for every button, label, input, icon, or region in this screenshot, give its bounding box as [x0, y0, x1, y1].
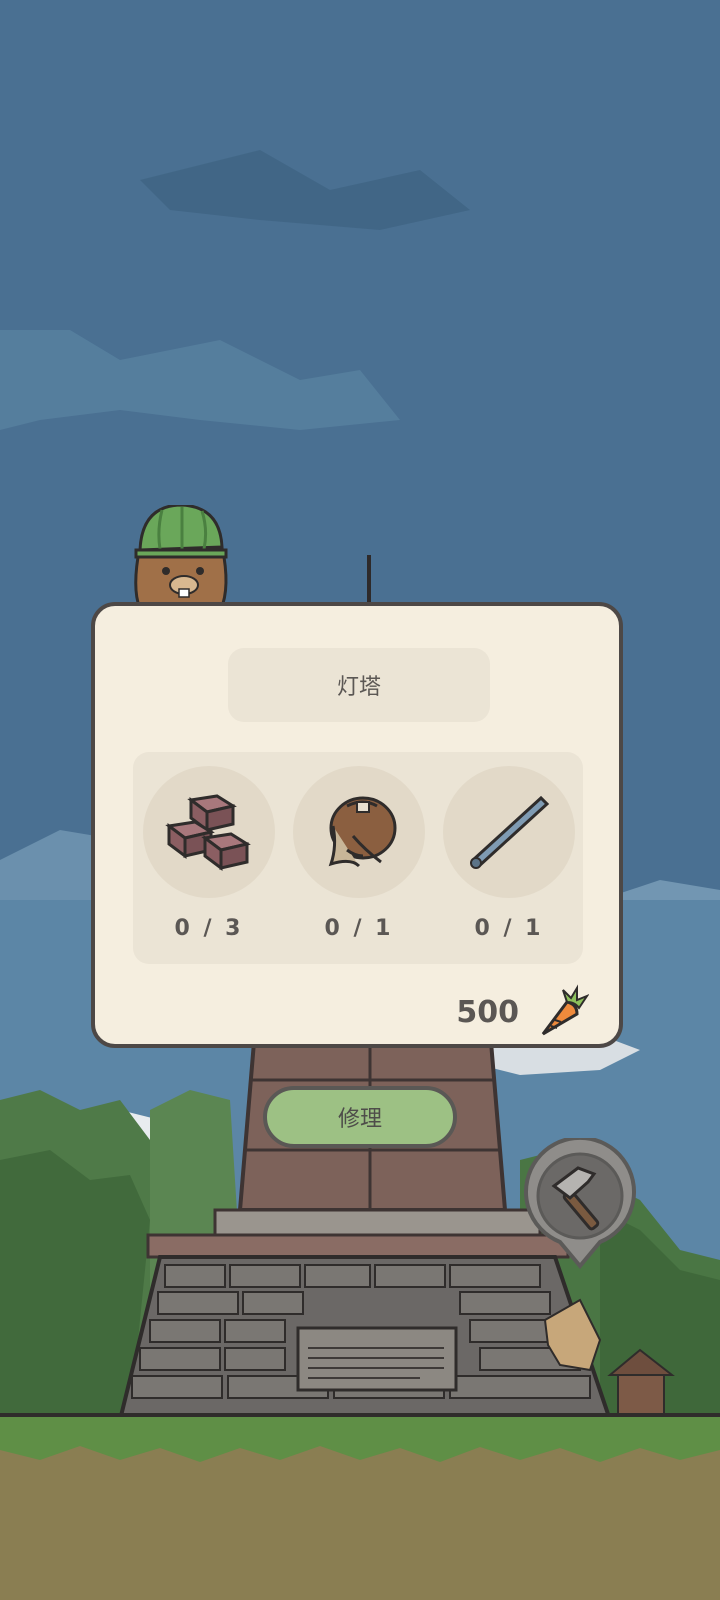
hammer-icon[interactable] [520, 1138, 640, 1278]
material-count: 0 / 1 [474, 916, 544, 941]
material-count: 0 / 1 [324, 916, 394, 941]
building-title: 灯塔 [228, 648, 490, 722]
brick-stack-icon [165, 794, 251, 871]
material-count: 0 / 3 [174, 916, 244, 941]
materials-panel: 0 / 3 0 / 1 0 / 1 [133, 752, 583, 964]
rope-sack-icon [328, 796, 397, 868]
material-slot-rod[interactable]: 0 / 1 [443, 766, 575, 946]
carrot-icon [541, 984, 589, 1036]
cost-value: 500 [456, 994, 519, 1030]
repair-button[interactable]: 修理 [263, 1086, 457, 1148]
repair-cost: 500 [456, 984, 589, 1040]
metal-rod-icon [470, 795, 550, 869]
material-slot-bricks[interactable]: 0 / 3 [143, 766, 275, 946]
building-repair-dialog: 灯塔 0 / 3 0 / 1 0 / 1 500 [91, 602, 623, 1048]
material-slot-rope[interactable]: 0 / 1 [293, 766, 425, 946]
